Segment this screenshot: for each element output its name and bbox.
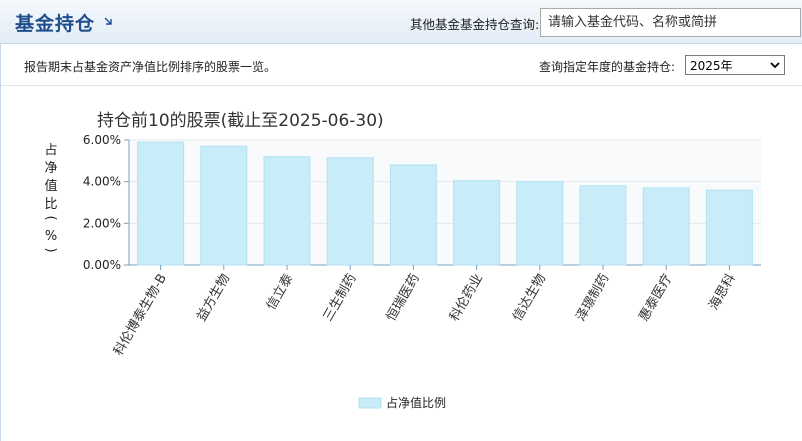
year-query-label: 查询指定年度的基金持仓: (539, 60, 676, 74)
year-select[interactable]: 2025年 (685, 55, 785, 75)
bar (200, 145, 248, 266)
bar (263, 156, 311, 266)
y-axis-label-char: 占 (44, 143, 57, 158)
x-tick-label: 海思科 (706, 272, 738, 313)
legend-swatch (358, 397, 382, 409)
y-axis-label-char: % (45, 229, 57, 244)
y-tick-label: 2.00% (83, 216, 121, 230)
x-tick-label: 恒瑞医药 (384, 272, 423, 325)
page-title: 基金持仓 (15, 13, 96, 35)
y-axis-label-char: ) (43, 247, 58, 252)
y-axis-label-char: ( (43, 215, 58, 220)
bar (642, 187, 690, 266)
x-tick-label: 三生制药 (321, 272, 360, 325)
expand-arrow-icon[interactable] (103, 16, 113, 26)
sub-toolbar: 报告期末占基金资产净值比例排序的股票一览。 查询指定年度的基金持仓: 2025年 (0, 44, 802, 86)
bar (579, 185, 627, 266)
chart-title: 持仓前10的股票(截止至2025-06-30) (97, 111, 384, 131)
y-axis-label-char: 净 (44, 161, 57, 176)
x-tick-label: 科伦药业 (447, 271, 486, 324)
x-tick-label: 惠泰医疗 (637, 272, 676, 325)
chevron-down-icon (770, 62, 780, 69)
fund-query-label: 其他基金基金持仓查询: (410, 17, 540, 32)
chart-area: 0.00% 2.00% 4.00% 6.00% 持仓前10的股票(截止至2025-06-… (0, 86, 802, 441)
header-bar: 基金持仓 其他基金基金持仓查询: (0, 0, 802, 44)
y-axis-label-char: 比 (44, 197, 57, 212)
y-tick-label: 6.00% (83, 133, 121, 147)
x-tick-label: 信立泰 (264, 272, 296, 313)
holdings-bar-chart: 0.00% 2.00% 4.00% 6.00% 持仓前10的股票(截止至2025-06-… (43, 111, 761, 410)
y-axis-label-char: 值 (44, 178, 57, 194)
legend-label: 占净值比例 (386, 395, 446, 410)
bar (705, 189, 753, 266)
bar (389, 164, 437, 266)
bar (453, 180, 501, 266)
x-tick-label: 益方生物 (193, 271, 233, 324)
x-tick-label: 泽璟制药 (573, 272, 612, 325)
y-tick-label: 0.00% (83, 258, 121, 272)
x-tick-label: 科伦博泰生物-B (111, 272, 170, 359)
y-tick-label: 4.00% (83, 175, 121, 189)
bar (137, 141, 185, 266)
fund-search-input[interactable] (540, 8, 801, 37)
x-tick-label: 信达生物 (510, 272, 549, 325)
bar (516, 181, 564, 266)
holdings-description: 报告期末占基金资产净值比例排序的股票一览。 (24, 60, 277, 74)
bar (326, 157, 374, 266)
year-select-value: 2025年 (690, 58, 733, 73)
